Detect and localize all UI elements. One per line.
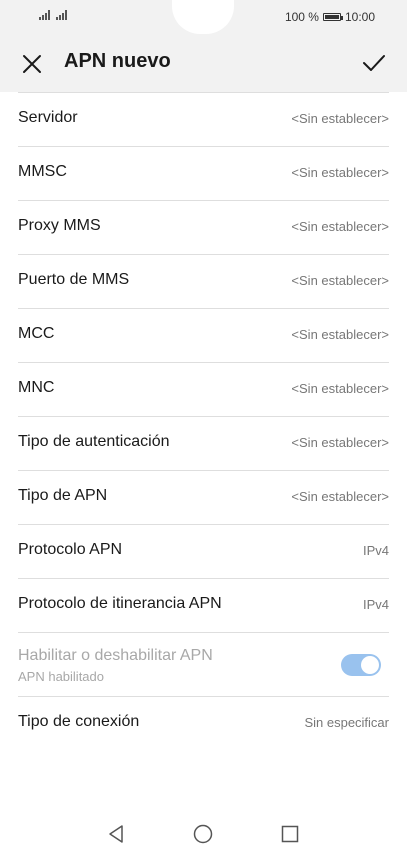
toggle-knob [361, 656, 379, 674]
signal-icon [39, 10, 50, 20]
setting-label: MMSC [18, 163, 67, 180]
back-icon[interactable] [104, 822, 128, 846]
setting-label: Tipo de autenticación [18, 433, 170, 450]
setting-row-apn-toggle: Habilitar o deshabilitar APN APN habilit… [18, 632, 389, 696]
setting-row-mnc[interactable]: MNC <Sin establecer> [18, 362, 389, 416]
setting-value: <Sin establecer> [291, 381, 389, 396]
setting-label: Habilitar o deshabilitar APN [18, 647, 213, 664]
setting-row-mcc[interactable]: MCC <Sin establecer> [18, 308, 389, 362]
setting-label: MNC [18, 379, 55, 396]
status-bar: 100 % 10:00 [0, 0, 407, 36]
setting-label: Puerto de MMS [18, 271, 130, 288]
setting-value: <Sin establecer> [291, 435, 389, 450]
setting-row-tipo-autenticacion[interactable]: Tipo de autenticación <Sin establecer> [18, 416, 389, 470]
setting-label: Protocolo APN [18, 541, 123, 558]
apn-settings-list: Servidor <Sin establecer> MMSC <Sin esta… [0, 92, 407, 750]
setting-sublabel: APN habilitado [18, 669, 104, 684]
setting-value: <Sin establecer> [291, 165, 389, 180]
check-icon[interactable] [361, 50, 387, 76]
setting-value: Sin especificar [304, 715, 389, 730]
setting-value: <Sin establecer> [291, 273, 389, 288]
setting-row-proxy-mms[interactable]: Proxy MMS <Sin establecer> [18, 200, 389, 254]
setting-label: MCC [18, 325, 55, 342]
setting-row-puerto-mms[interactable]: Puerto de MMS <Sin establecer> [18, 254, 389, 308]
setting-label: Tipo de conexión [18, 713, 140, 730]
setting-value: <Sin establecer> [291, 219, 389, 234]
setting-label: Proxy MMS [18, 217, 101, 234]
setting-row-protocolo-itinerancia[interactable]: Protocolo de itinerancia APN IPv4 [18, 578, 389, 632]
close-icon[interactable] [20, 52, 44, 76]
setting-row-mmsc[interactable]: MMSC <Sin establecer> [18, 146, 389, 200]
page-title: APN nuevo [64, 50, 171, 72]
battery-icon [322, 13, 343, 21]
setting-value: <Sin establecer> [291, 489, 389, 504]
signal-icon [56, 10, 67, 20]
setting-value: IPv4 [362, 597, 389, 612]
app-bar: APN nuevo [0, 36, 407, 92]
battery-percent: 100 % [284, 10, 319, 24]
clock: 10:00 [344, 10, 375, 24]
setting-value: IPv4 [362, 543, 389, 558]
setting-value: <Sin establecer> [291, 327, 389, 342]
setting-value: <Sin establecer> [291, 111, 389, 126]
apn-enable-toggle[interactable] [341, 654, 381, 676]
setting-row-tipo-conexion[interactable]: Tipo de conexión Sin especificar [18, 696, 389, 750]
recents-icon[interactable] [278, 822, 302, 846]
system-nav-bar [0, 808, 407, 860]
setting-row-protocolo-apn[interactable]: Protocolo APN IPv4 [18, 524, 389, 578]
setting-label: Servidor [18, 109, 78, 126]
home-icon[interactable] [191, 822, 215, 846]
camera-notch [172, 0, 234, 34]
setting-label: Protocolo de itinerancia APN [18, 595, 222, 612]
signal-indicators [39, 10, 67, 20]
setting-row-servidor[interactable]: Servidor <Sin establecer> [18, 92, 389, 146]
setting-row-tipo-apn[interactable]: Tipo de APN <Sin establecer> [18, 470, 389, 524]
setting-label: Tipo de APN [18, 487, 108, 504]
status-right: 100 % 10:00 [285, 10, 375, 24]
